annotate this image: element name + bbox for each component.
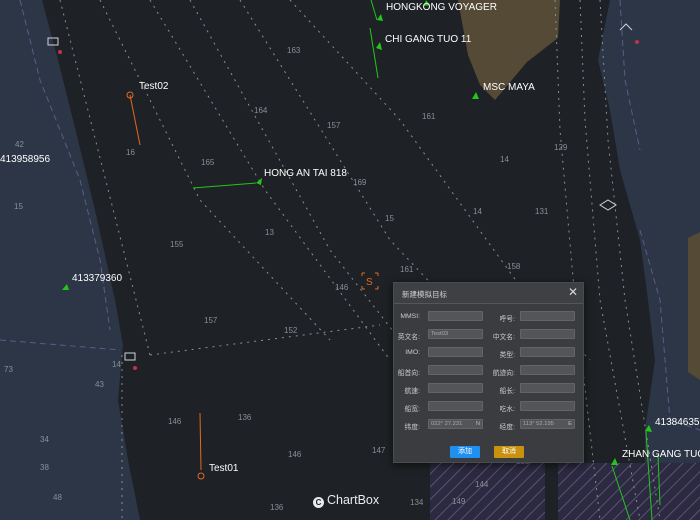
depth-sounding: 161 (422, 112, 436, 121)
depth-sounding: 157 (327, 121, 341, 130)
depth-sounding: 169 (353, 178, 367, 187)
vessel-label[interactable]: Test02 (139, 81, 168, 92)
dialog-title: 新建模拟目标 (402, 290, 447, 299)
logo-text: ChartBox (327, 493, 380, 507)
draught-label: 吃水: (499, 406, 515, 413)
heading-label: 船首向: (397, 370, 420, 377)
latitude-unit: N (475, 421, 480, 427)
heading-input[interactable] (428, 365, 483, 375)
length-input[interactable] (520, 383, 575, 393)
vessel-label[interactable]: MSC MAYA (483, 82, 535, 93)
dialog-header[interactable]: 新建模拟目标 ✕ (394, 283, 583, 304)
depth-sounding: 15 (385, 214, 394, 223)
latitude-input[interactable]: 022° 27.231 N (428, 419, 483, 429)
depth-sounding: 161 (400, 265, 414, 274)
depth-sounding: 136 (270, 503, 284, 512)
depth-sounding: 146 (288, 450, 302, 459)
callsign-input[interactable] (520, 311, 575, 321)
vessel-label[interactable]: 41384635 (655, 417, 700, 428)
svg-text:S: S (366, 277, 373, 288)
speed-input[interactable] (428, 383, 483, 393)
depth-sounding: 14 (500, 155, 509, 164)
depth-sounding: 164 (254, 106, 268, 115)
depth-sounding: 157 (204, 316, 218, 325)
vessel-label[interactable]: HONGKONG VOYAGER (386, 2, 497, 13)
depth-sounding: 131 (535, 207, 549, 216)
beam-input[interactable] (428, 401, 483, 411)
depth-sounding: 152 (284, 326, 298, 335)
depth-sounding: 42 (15, 140, 24, 149)
depth-sounding: 13 (265, 228, 274, 237)
draught-input[interactable] (520, 401, 575, 411)
new-simulated-target-dialog: 新建模拟目标 ✕ MMSI: 呼号: 英文名: Test03 中文名: IMO:… (393, 282, 584, 463)
mmsi-label: MMSI: (400, 313, 420, 320)
vessel-label[interactable]: Test01 (209, 463, 238, 474)
imo-label: IMO: (405, 349, 420, 356)
type-label: 类型: (499, 352, 515, 359)
vessel-label[interactable]: 413379360 (72, 273, 122, 284)
nautical-chart-map[interactable]: S 163 161 164 157 16 165 169 14 131 15 1… (0, 0, 700, 520)
depth-sounding: 129 (554, 143, 568, 152)
english-name-input[interactable]: Test03 (428, 329, 483, 339)
cancel-button[interactable]: 取消 (494, 446, 524, 458)
depth-sounding: 165 (201, 158, 215, 167)
depth-sounding: 14 (112, 360, 121, 369)
depth-sounding: 146 (168, 417, 182, 426)
mmsi-input[interactable] (428, 311, 483, 321)
depth-sounding: 155 (170, 240, 184, 249)
depth-sounding: 147 (372, 446, 386, 455)
length-label: 船长: (499, 388, 515, 395)
longitude-label: 经度: (499, 424, 515, 431)
depth-sounding: 149 (452, 497, 466, 506)
depth-sounding: 163 (287, 46, 301, 55)
depth-sounding: 38 (40, 463, 49, 472)
depth-sounding: 144 (475, 480, 489, 489)
add-button[interactable]: 添加 (450, 446, 480, 458)
depth-sounding: 158 (507, 262, 521, 271)
longitude-unit: E (568, 421, 572, 427)
depth-sounding: 146 (335, 283, 349, 292)
close-icon[interactable]: ✕ (568, 285, 578, 299)
vessel-label[interactable]: 413958956 (0, 154, 50, 165)
chartbox-logo: C ChartBox (313, 493, 379, 508)
longitude-input[interactable]: 113° 52.195 E (520, 419, 575, 429)
depth-sounding: 73 (4, 365, 13, 374)
depth-sounding: 34 (40, 435, 49, 444)
depth-sounding: 15 (14, 202, 23, 211)
beam-label: 船宽: (404, 406, 420, 413)
course-input[interactable] (520, 365, 575, 375)
vessel-label[interactable]: CHI GANG TUO 11 (385, 34, 471, 45)
depth-sounding: 16 (126, 148, 135, 157)
course-label: 航迹向: (492, 370, 515, 377)
vessel-label[interactable]: ZHAN GANG TUO (622, 449, 700, 460)
depth-sounding: 134 (410, 498, 424, 507)
chinese-name-label: 中文名: (492, 334, 515, 341)
speed-label: 航速: (404, 388, 420, 395)
english-name-label: 英文名: (397, 334, 420, 341)
depth-sounding: 136 (238, 413, 252, 422)
imo-input[interactable] (428, 347, 483, 357)
chinese-name-input[interactable] (520, 329, 575, 339)
type-input[interactable] (520, 347, 575, 357)
vessel-label[interactable]: HONG AN TAI 818 (264, 168, 347, 179)
depth-sounding: 48 (53, 493, 62, 502)
chartbox-logo-icon: C (313, 497, 324, 508)
latitude-label: 纬度: (404, 424, 420, 431)
callsign-label: 呼号: (499, 316, 515, 323)
depth-sounding: 14 (473, 207, 482, 216)
depth-sounding: 43 (95, 380, 104, 389)
chart-background: S (0, 0, 700, 520)
